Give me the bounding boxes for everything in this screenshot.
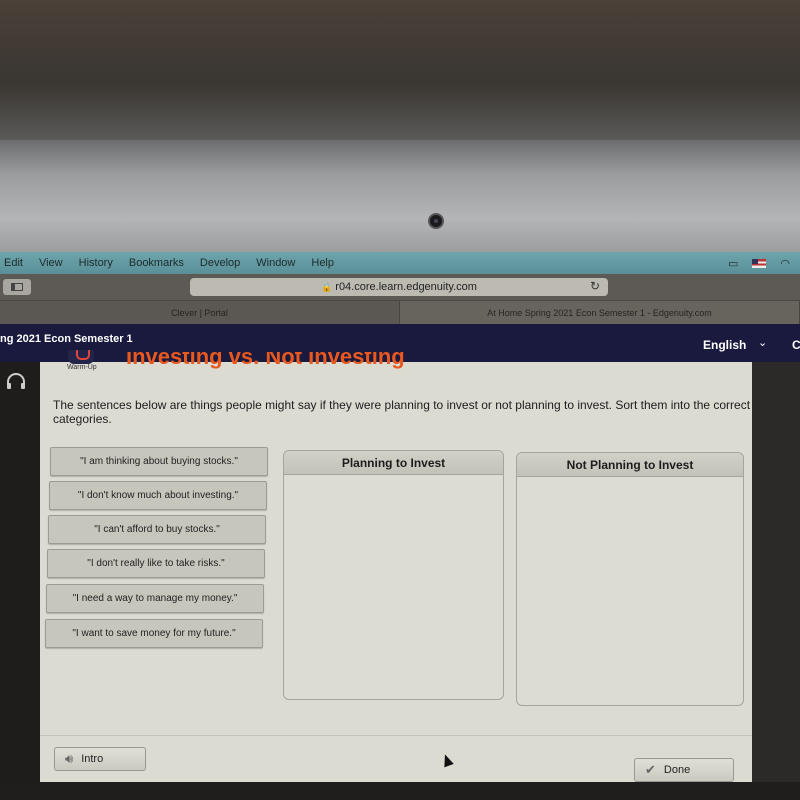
screen-bottom-edge	[0, 782, 800, 800]
browser-tabs: Clever | Portal At Home Spring 2021 Econ…	[0, 300, 800, 324]
address-bar[interactable]: 🔒 r04.core.learn.edgenuity.com ↻	[190, 278, 608, 296]
menu-develop[interactable]: Develop	[192, 257, 248, 269]
drop-zone-body[interactable]	[517, 477, 743, 705]
done-button[interactable]: ✔ Done	[634, 758, 734, 782]
status-tray: ▭ ◠	[728, 257, 800, 270]
language-selector[interactable]: English	[703, 338, 746, 352]
browser-toolbar: 🔒 r04.core.learn.edgenuity.com ↻	[0, 274, 800, 300]
lock-icon: 🔒	[321, 281, 333, 292]
chevron-down-icon[interactable]: ⌄	[758, 336, 767, 349]
intro-button[interactable]: 🔊︎ Intro	[54, 747, 146, 771]
draggable-card[interactable]: "I can't afford to buy stocks."	[48, 515, 266, 544]
drop-zone-not-planning[interactable]: Not Planning to Invest	[516, 452, 744, 706]
menu-window[interactable]: Window	[248, 257, 303, 269]
menu-history[interactable]: History	[71, 257, 121, 269]
course-title: ng 2021 Econ Semester 1	[0, 333, 133, 345]
menu-view[interactable]: View	[31, 257, 71, 269]
tab-clever-portal[interactable]: Clever | Portal	[0, 301, 400, 324]
webcam	[428, 213, 444, 229]
mac-menu-bar: Edit View History Bookmarks Develop Wind…	[0, 252, 800, 274]
left-rail	[0, 362, 40, 800]
url-text: r04.core.learn.edgenuity.com	[335, 281, 477, 293]
instructions: The sentences below are things people mi…	[53, 398, 751, 426]
drop-zone-header: Not Planning to Invest	[517, 453, 743, 477]
warmup-icon	[68, 350, 94, 364]
section-label: Warm-Up	[67, 364, 97, 371]
flag-us-icon[interactable]	[752, 258, 767, 268]
tab-edgenuity[interactable]: At Home Spring 2021 Econ Semester 1 - Ed…	[400, 301, 800, 324]
drop-zone-planning[interactable]: Planning to Invest	[283, 450, 504, 700]
menu-help[interactable]: Help	[303, 257, 342, 269]
background-photo	[0, 0, 800, 140]
done-label: Done	[663, 764, 691, 776]
draggable-card[interactable]: "I need a way to manage my money."	[46, 584, 264, 613]
reload-icon[interactable]: ↻	[590, 279, 600, 293]
sidebar-icon	[11, 283, 23, 291]
intro-label: Intro	[81, 753, 104, 765]
laptop-bezel	[0, 140, 800, 252]
menu-bookmarks[interactable]: Bookmarks	[121, 257, 192, 269]
footer-divider	[40, 735, 752, 736]
draggable-card[interactable]: "I want to save money for my future."	[45, 619, 263, 648]
header-truncated-item[interactable]: C	[792, 338, 800, 352]
wifi-icon[interactable]: ◠	[780, 257, 790, 270]
checkmark-icon: ✔	[645, 762, 656, 777]
draggable-card[interactable]: "I am thinking about buying stocks."	[50, 447, 268, 476]
headphones-icon[interactable]	[5, 372, 27, 390]
drop-zone-header: Planning to Invest	[284, 451, 503, 475]
draggable-card[interactable]: "I don't really like to take risks."	[47, 549, 265, 578]
menu-edit[interactable]: Edit	[0, 257, 31, 269]
drop-zone-body[interactable]	[284, 475, 503, 699]
draggable-card[interactable]: "I don't know much about investing."	[49, 481, 267, 510]
sidebar-toggle-button[interactable]	[3, 279, 31, 295]
airplay-icon[interactable]: ▭	[728, 257, 738, 270]
speaker-icon: 🔊︎	[65, 751, 74, 766]
